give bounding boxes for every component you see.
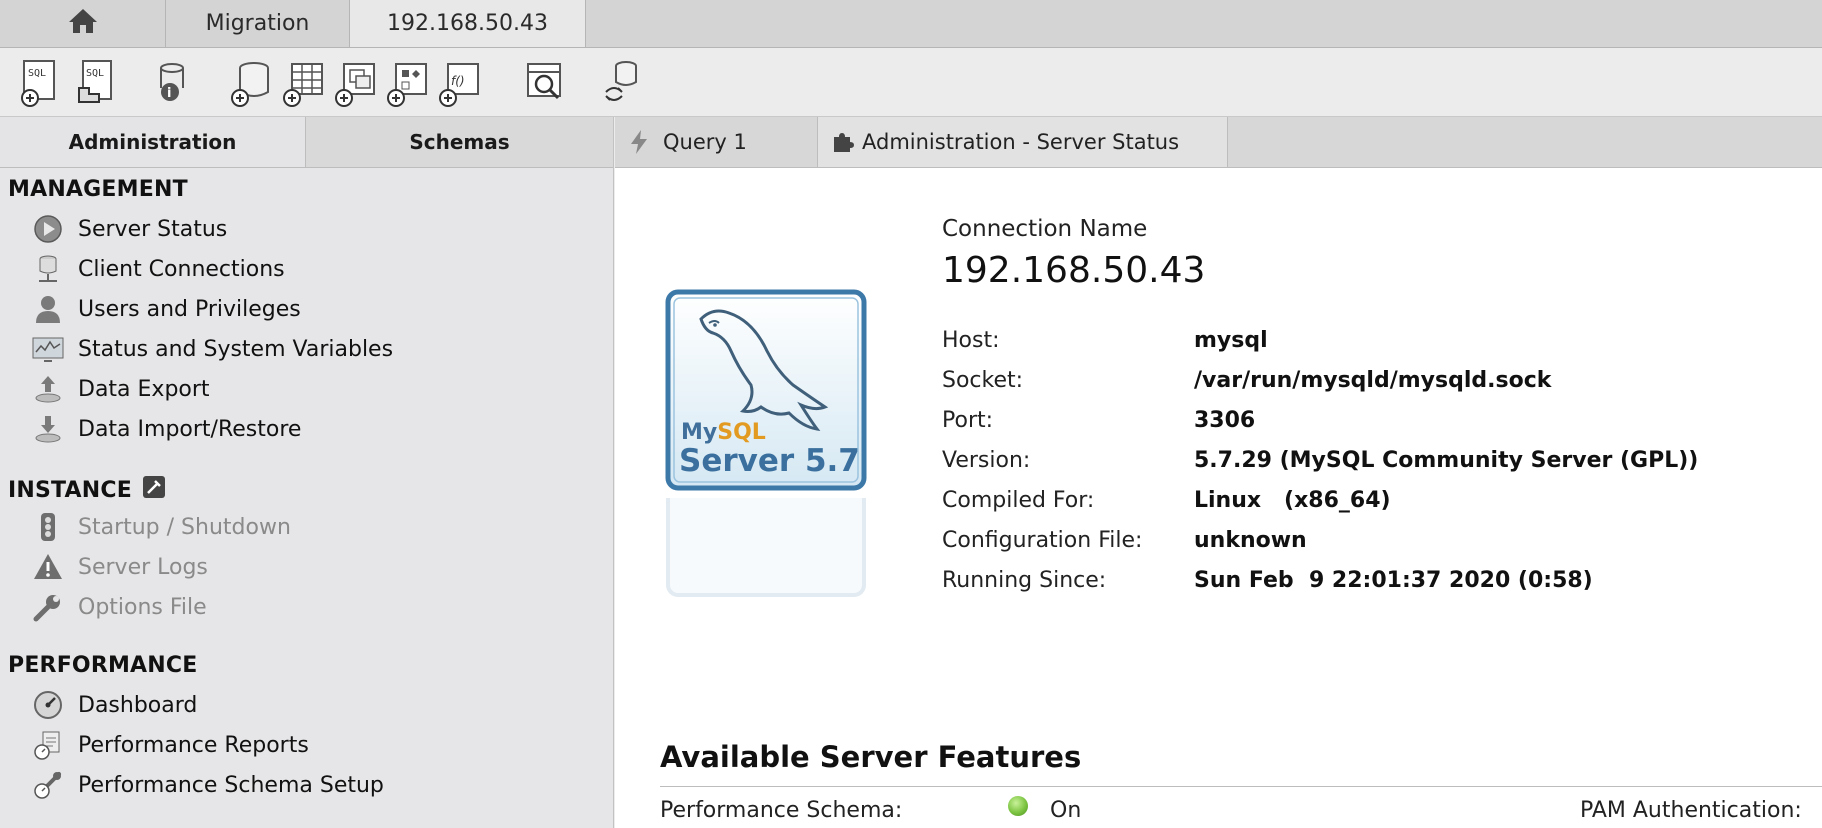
status-on-icon: [1008, 796, 1028, 816]
navigator-tabs: Administration Schemas: [0, 117, 613, 168]
sidebar-item-server-status[interactable]: Server Status: [32, 211, 227, 247]
svg-text:i: i: [167, 86, 171, 101]
lightning-icon: [629, 129, 649, 155]
sidebar-item-status-variables[interactable]: Status and System Variables: [32, 331, 393, 367]
svg-text:MySQL: MySQL: [681, 420, 766, 445]
running-since-label: Running Since:: [942, 568, 1107, 593]
instance-settings-icon[interactable]: [142, 475, 166, 505]
pam-authentication-label: PAM Authentication:: [1580, 798, 1802, 823]
compiled-for-label: Compiled For:: [942, 488, 1095, 513]
inspector-icon[interactable]: i: [148, 58, 194, 108]
sidebar-item-client-connections[interactable]: Client Connections: [32, 251, 285, 287]
play-icon: [32, 213, 64, 245]
create-view-icon[interactable]: [334, 58, 380, 108]
tab-administration-server-status[interactable]: Administration - Server Status: [818, 117, 1228, 167]
create-procedure-icon[interactable]: [386, 58, 432, 108]
editor-tab-bar: Query 1 Administration - Server Status: [615, 117, 1822, 168]
sidebar-item-data-export[interactable]: Data Export: [32, 371, 210, 407]
tab-schemas[interactable]: Schemas: [306, 117, 613, 167]
reconnect-icon[interactable]: [600, 58, 646, 108]
sidebar-item-startup-shutdown[interactable]: Startup / Shutdown: [32, 509, 291, 545]
section-title: MANAGEMENT: [8, 177, 188, 202]
section-management: MANAGEMENT: [8, 177, 188, 202]
navigator-panel: Administration Schemas MANAGEMENT Server…: [0, 117, 614, 828]
connection-name-label: Connection Name: [942, 216, 1148, 242]
performance-schema-label: Performance Schema:: [660, 798, 903, 823]
import-icon: [32, 413, 64, 445]
logo-reflection: Server 5.7: [665, 498, 867, 598]
sidebar-item-server-logs[interactable]: Server Logs: [32, 549, 208, 585]
svg-text:SQL: SQL: [28, 68, 46, 79]
svg-text:f(): f(): [451, 74, 465, 88]
home-tab[interactable]: [0, 0, 166, 47]
open-sql-script-icon[interactable]: SQL: [75, 58, 121, 108]
main-toolbar: SQL SQL i f(): [0, 48, 1822, 117]
traffic-light-icon: [32, 511, 64, 543]
socket-value: /var/run/mysqld/mysqld.sock: [1194, 368, 1552, 393]
create-table-icon[interactable]: [282, 58, 328, 108]
monitor-icon: [32, 333, 64, 365]
create-function-icon[interactable]: f(): [438, 58, 484, 108]
port-value: 3306: [1194, 408, 1256, 433]
compiled-for-value: Linux (x86_64): [1194, 488, 1391, 513]
tab-administration[interactable]: Administration: [0, 117, 306, 167]
section-instance: INSTANCE: [8, 475, 166, 505]
host-value: mysql: [1194, 328, 1268, 353]
performance-schema-value: On: [1050, 798, 1082, 823]
configuration-file-label: Configuration File:: [942, 528, 1143, 553]
gauge-icon: [32, 689, 64, 721]
sidebar-item-performance-schema-setup[interactable]: Performance Schema Setup: [32, 767, 384, 803]
sidebar-item-options-file[interactable]: Options File: [32, 589, 207, 625]
home-icon: [68, 8, 98, 40]
sidebar-item-users-privileges[interactable]: Users and Privileges: [32, 291, 301, 327]
schema-setup-icon: [32, 769, 64, 801]
logo-product-text: Server 5.7: [679, 443, 860, 479]
configuration-file-value: unknown: [1194, 528, 1307, 553]
puzzle-icon: [832, 131, 854, 153]
sidebar-item-performance-reports[interactable]: Performance Reports: [32, 727, 309, 763]
section-performance: PERFORMANCE: [8, 653, 197, 678]
new-sql-tab-icon[interactable]: SQL: [18, 58, 64, 108]
tab-query-1[interactable]: Query 1: [615, 117, 818, 167]
section-title: PERFORMANCE: [8, 653, 198, 678]
create-schema-icon[interactable]: [230, 58, 276, 108]
sidebar-item-dashboard[interactable]: Dashboard: [32, 687, 197, 723]
sidebar-item-data-import[interactable]: Data Import/Restore: [32, 411, 301, 447]
version-label: Version:: [942, 448, 1031, 473]
mysql-server-logo: MySQL Server 5.7: [665, 289, 867, 491]
features-title: Available Server Features: [660, 740, 1082, 774]
export-icon: [32, 373, 64, 405]
svg-text:SQL: SQL: [86, 68, 104, 79]
warning-icon: [32, 551, 64, 583]
reports-icon: [32, 729, 64, 761]
wrench-icon: [32, 591, 64, 623]
tab-migration[interactable]: Migration: [166, 0, 350, 47]
section-title: INSTANCE: [8, 477, 132, 503]
port-label: Port:: [942, 408, 994, 433]
user-icon: [32, 293, 64, 325]
top-tab-bar: Migration 192.168.50.43: [0, 0, 1822, 48]
socket-label: Socket:: [942, 368, 1024, 393]
tab-connection[interactable]: 192.168.50.43: [350, 0, 586, 47]
database-connections-icon: [32, 253, 64, 285]
server-status-panel: MySQL Server 5.7 Server 5.7 Connection N…: [615, 168, 1822, 828]
running-since-value: Sun Feb 9 22:01:37 2020 (0:58): [1194, 568, 1593, 593]
features-divider: [660, 786, 1822, 787]
search-table-data-icon[interactable]: [522, 58, 568, 108]
version-value: 5.7.29 (MySQL Community Server (GPL)): [1194, 448, 1699, 473]
host-label: Host:: [942, 328, 1000, 353]
connection-name-value: 192.168.50.43: [942, 250, 1206, 291]
